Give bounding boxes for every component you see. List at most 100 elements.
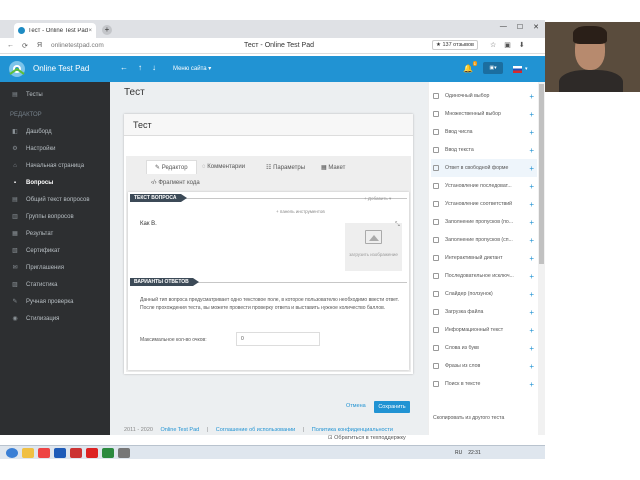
qtype-search-in-text[interactable]: Поиск в тексте + — [431, 375, 537, 393]
footer-link-terms[interactable]: Соглашение об использовании — [216, 427, 296, 433]
add-icon[interactable]: + — [529, 344, 534, 353]
max-score-input[interactable]: 0 — [236, 332, 320, 346]
sidebar-item-invitations[interactable]: ✉ Приглашения — [0, 261, 110, 275]
add-icon[interactable]: + — [529, 254, 534, 263]
cancel-button[interactable]: Отмена — [346, 403, 366, 409]
minimize-button[interactable]: — — [500, 23, 507, 31]
page-scrollbar[interactable] — [538, 82, 545, 435]
tab-comments[interactable]: ◌ Комментарии — [202, 164, 245, 170]
add-icon[interactable]: + — [529, 146, 534, 155]
sidebar-item-start-page[interactable]: ⌂ Начальная страница — [0, 159, 110, 173]
qtype-file-upload[interactable]: Загрузка файла + — [431, 303, 537, 321]
sidebar-item-settings[interactable]: ⚙ Настройки — [0, 142, 110, 156]
tab-editor[interactable]: ✎ Редактор — [146, 160, 197, 174]
header-down-icon[interactable]: ↓ — [152, 63, 156, 72]
language-flag-icon[interactable] — [512, 65, 522, 73]
qtype-dictation[interactable]: Интерактивный диктант + — [431, 249, 537, 267]
browser-tab[interactable]: Тест - Online Test Pad × — [14, 23, 96, 38]
language-indicator[interactable]: RU — [455, 450, 462, 456]
app-icon[interactable] — [118, 448, 130, 458]
qtype-slider[interactable]: Слайдер (ползунок) + — [431, 285, 537, 303]
add-icon[interactable]: + — [529, 110, 534, 119]
qtype-free-form[interactable]: Ответ в свободной форме + — [431, 159, 537, 177]
maximize-button[interactable]: ☐ — [517, 23, 523, 31]
header-back-icon[interactable]: ← — [120, 63, 128, 72]
sidebar-item-certificate[interactable]: ▧ Сертификат — [0, 244, 110, 258]
add-icon[interactable]: + — [529, 218, 534, 227]
notification-icon[interactable]: 🔔 1 — [463, 60, 477, 73]
tab-close-icon[interactable]: × — [88, 28, 92, 34]
url-field[interactable]: onlinetestpad.com — [51, 42, 211, 49]
close-window-button[interactable]: ✕ — [533, 23, 539, 31]
qtype-text-input[interactable]: Ввод текста + — [431, 141, 537, 159]
sidebar-item-statistics[interactable]: ▨ Статистика — [0, 278, 110, 292]
add-icon[interactable]: + — [529, 326, 534, 335]
sidebar-item-questions[interactable]: ▪ Вопросы — [0, 176, 110, 190]
sidebar-item-tests[interactable]: ▤ Тесты — [0, 88, 110, 102]
header-up-icon[interactable]: ↑ — [138, 63, 142, 72]
copy-from-test-link[interactable]: Скопировать из другого теста — [433, 415, 504, 421]
qtype-matching[interactable]: Установление соответствий + — [431, 195, 537, 213]
question-text-input[interactable]: Как В. — [140, 221, 157, 227]
sidebar-item-question-groups[interactable]: ▥ Группы вопросов — [0, 210, 110, 224]
add-icon[interactable]: + — [529, 236, 534, 245]
start-icon[interactable] — [6, 448, 18, 458]
qtype-fill-gaps-list[interactable]: Заполнение пропусков (сп... + — [431, 231, 537, 249]
add-icon[interactable]: + — [529, 164, 534, 173]
add-icon[interactable]: + — [529, 182, 534, 191]
user-avatar[interactable]: ▣▾ — [482, 62, 503, 74]
qtype-fill-gaps-input[interactable]: Заполнение пропусков (по... + — [431, 213, 537, 231]
extensions-icon[interactable]: ▣ — [504, 41, 511, 49]
yandex-browser-icon[interactable] — [86, 448, 98, 458]
add-icon[interactable]: + — [529, 272, 534, 281]
app-icon[interactable] — [38, 448, 50, 458]
save-button[interactable]: Сохранить — [374, 401, 410, 413]
download-icon[interactable]: ⬇ — [519, 41, 525, 49]
reload-icon[interactable]: ⟳ — [22, 42, 30, 50]
image-upload[interactable]: загрузить изображение ⤡ — [345, 222, 402, 271]
sidebar-item-result[interactable]: ▦ Результат — [0, 227, 110, 241]
qtype-sequence[interactable]: Установление последоват... + — [431, 177, 537, 195]
expand-icon[interactable]: ⤡ — [395, 222, 400, 229]
sidebar-item-dashboard[interactable]: ◧ Дашборд — [0, 125, 110, 139]
add-icon[interactable]: + — [529, 92, 534, 101]
qtype-sequential-exclusion[interactable]: Последовательное исключ... + — [431, 267, 537, 285]
back-icon[interactable]: ← — [7, 42, 15, 49]
support-link[interactable]: ⊡ Обратиться в техподдержку — [328, 435, 406, 441]
qtype-number-input[interactable]: Ввод числа + — [431, 123, 537, 141]
site-logo-icon[interactable] — [8, 60, 26, 78]
scrollbar-thumb[interactable] — [539, 84, 544, 264]
tab-code-snippet[interactable]: ‹/› Фрагмент кода — [151, 180, 200, 186]
bookmark-icon[interactable]: ☆ — [490, 41, 496, 49]
add-icon[interactable]: + — [529, 200, 534, 209]
add-icon[interactable]: + — [529, 290, 534, 299]
site-logo-text[interactable]: Online Test Pad — [33, 64, 89, 73]
sidebar-item-styling[interactable]: ◉ Стилизация — [0, 312, 110, 326]
app-icon[interactable] — [102, 448, 114, 458]
site-menu-dropdown[interactable]: Меню сайта ▾ — [173, 65, 211, 72]
language-dropdown-icon[interactable]: ▾ — [525, 66, 528, 72]
clock[interactable]: 22:31 — [468, 450, 481, 456]
add-icon[interactable]: + — [529, 128, 534, 137]
qtype-single-choice[interactable]: Одиночный выбор + — [431, 87, 537, 105]
tab-parameters[interactable]: ☷ Параметры — [266, 164, 305, 171]
new-tab-button[interactable]: + — [102, 25, 112, 35]
qtype-words-from-letters[interactable]: Слова из букв + — [431, 339, 537, 357]
explorer-icon[interactable] — [22, 448, 34, 458]
add-icon[interactable]: + — [529, 308, 534, 317]
qtype-phrases-from-words[interactable]: Фразы из слов + — [431, 357, 537, 375]
add-dropdown[interactable]: + Добавить ▾ — [364, 196, 391, 202]
sidebar-item-common-text[interactable]: ▤ Общий текст вопросов — [0, 193, 110, 207]
add-icon[interactable]: + — [529, 380, 534, 389]
footer-link-home[interactable]: Online Test Pad — [160, 427, 199, 433]
pdf-icon[interactable] — [70, 448, 82, 458]
sidebar-item-manual-check[interactable]: ✎ Ручная проверка — [0, 295, 110, 309]
qtype-info-text[interactable]: Информационный текст + — [431, 321, 537, 339]
toolbar-toggle[interactable]: + панель инструментов — [276, 209, 325, 214]
word-icon[interactable] — [54, 448, 66, 458]
yandex-icon[interactable]: Я — [37, 42, 45, 49]
reviews-badge[interactable]: ★ 137 отзывов — [432, 40, 478, 50]
tab-layout[interactable]: ▦ Макет — [321, 164, 345, 171]
qtype-multiple-choice[interactable]: Множественный выбор + — [431, 105, 537, 123]
footer-link-privacy[interactable]: Политика конфиденциальности — [312, 427, 393, 433]
